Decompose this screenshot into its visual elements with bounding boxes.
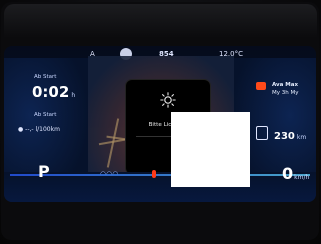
assist-label-1: Ava Max: [272, 82, 299, 88]
warning-indicator-icon: [152, 170, 156, 178]
assist-label-2: My 3h My: [272, 90, 299, 96]
range-unit: km: [296, 134, 307, 141]
trip-time: 0:02: [32, 83, 70, 101]
bottom-status-bar: [4, 172, 316, 202]
gear-indicator: P: [38, 162, 50, 181]
redaction-box: [171, 112, 250, 187]
trip-label: Ab Start: [34, 74, 57, 80]
assist-icon: [256, 82, 266, 90]
avg-consumption-value: --,- l/100km: [25, 126, 60, 133]
range-value: 230: [274, 131, 295, 142]
speed-value: 0: [282, 164, 294, 183]
consumption-label: Ab Start: [34, 112, 57, 118]
seatbelt-icons: ◠◠◠: [100, 170, 119, 178]
speed-unit: km/h: [294, 174, 310, 181]
light-warning-icon: [160, 92, 176, 108]
avg-consumption: ● --,- l/100km: [18, 126, 60, 133]
bottom-accent-line: [10, 174, 310, 176]
cluster-reflection: [4, 4, 317, 38]
digital-cockpit-display: A 854 12.0°C Ab Start 0:02 h Ab Start ● -…: [4, 46, 316, 202]
trip-time-suffix: h: [71, 92, 76, 99]
fuel-pump-icon: [256, 126, 268, 140]
